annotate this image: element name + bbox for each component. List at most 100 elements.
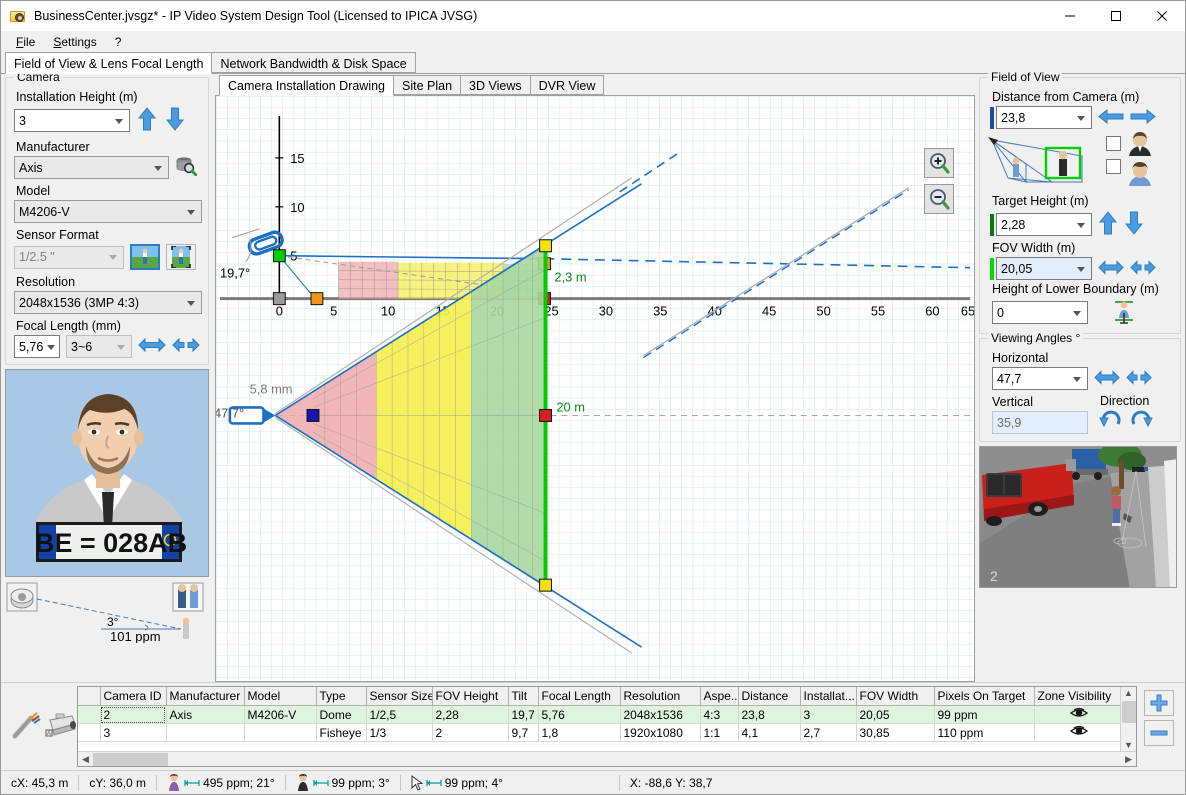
sensor-format-combo[interactable]: 1/2.5 " <box>14 245 124 269</box>
scroll-up-arrow-icon[interactable]: ▲ <box>1124 688 1133 698</box>
col-manufacturer[interactable]: Manufacturer <box>166 687 245 706</box>
col-focal-length[interactable]: Focal Length <box>538 687 621 706</box>
distance-from-camera-label: Distance from Camera (m) <box>992 90 1140 104</box>
col-tilt[interactable]: Tilt <box>508 687 539 706</box>
vertical-scroll-thumb[interactable] <box>1121 701 1136 723</box>
col-fov-height[interactable]: FOV Height <box>432 687 509 706</box>
fov-width-narrow-icon[interactable] <box>1130 259 1156 278</box>
table-vertical-scrollbar[interactable]: ▲ ▼ <box>1120 687 1136 751</box>
camera-origin-marker <box>272 249 286 263</box>
male-target-checkbox[interactable] <box>1106 136 1121 151</box>
close-button[interactable] <box>1139 1 1185 31</box>
fov-width-widen-icon[interactable] <box>1098 259 1124 278</box>
horizontal-angle-combo[interactable]: 47,7 <box>992 367 1088 390</box>
zoom-out-button[interactable] <box>924 184 954 214</box>
main-body: Camera Installation Height (m) 3 Manufac… <box>1 70 1185 682</box>
cell-zone-visibility[interactable] <box>1034 723 1120 742</box>
col-pixels-on-target[interactable]: Pixels On Target <box>934 687 1035 706</box>
table-horizontal-scrollbar[interactable]: ◀ ▶ <box>78 751 1136 766</box>
distance-increase-icon[interactable] <box>1130 108 1156 127</box>
row-selector[interactable] <box>78 723 101 742</box>
scroll-right-arrow-icon[interactable]: ▶ <box>1125 754 1135 764</box>
horizontal-angle-narrow-icon[interactable] <box>1126 369 1152 388</box>
widen-fov-icon[interactable] <box>138 337 166 356</box>
chevron-down-icon <box>154 165 162 171</box>
col-installation[interactable]: Installat... <box>800 687 857 706</box>
svg-text:5: 5 <box>330 304 337 319</box>
female-avatar-icon[interactable] <box>1127 162 1153 189</box>
database-search-icon[interactable] <box>175 156 198 179</box>
menu-help[interactable]: ? <box>106 32 131 52</box>
camera-tool-icon[interactable]: A <box>44 710 78 743</box>
col-model[interactable]: Model <box>244 687 317 706</box>
male-avatar-icon[interactable] <box>1127 132 1153 159</box>
col-resolution[interactable]: Resolution <box>620 687 701 706</box>
lower-boundary-combo[interactable]: 0 <box>992 301 1088 324</box>
portrait-orientation-button[interactable] <box>166 244 196 270</box>
rotate-left-icon[interactable] <box>1098 408 1124 435</box>
tab-field-of-view[interactable]: Field of View & Lens Focal Length <box>5 52 213 74</box>
manufacturer-combo[interactable]: Axis <box>14 156 169 179</box>
horizontal-angle-widen-icon[interactable] <box>1094 369 1120 388</box>
tab-camera-installation-drawing[interactable]: Camera Installation Drawing <box>219 75 395 96</box>
cable-tool-icon[interactable] <box>11 710 41 743</box>
female-target-checkbox[interactable] <box>1106 159 1121 174</box>
height-down-arrow-icon[interactable] <box>164 106 186 135</box>
model-combo[interactable]: M4206-V <box>14 200 202 223</box>
installation-drawing-canvas[interactable]: 15 10 5 0510 152025 303540 455055 60 65 <box>215 96 975 682</box>
landscape-orientation-button[interactable] <box>130 244 160 270</box>
sensor-format-value: 1/2.5 " <box>19 250 55 264</box>
fov-width-label: FOV Width (m) <box>992 241 1076 255</box>
col-type[interactable]: Type <box>316 687 367 706</box>
cell-fov-width: 30,85 <box>856 723 935 742</box>
manufacturer-label: Manufacturer <box>16 140 90 154</box>
add-camera-button[interactable] <box>1144 690 1174 716</box>
tab-3d-views[interactable]: 3D Views <box>460 75 531 95</box>
menu-settings[interactable]: Settings <box>44 32 105 52</box>
status-cx: cX: 45,3 m <box>1 774 78 792</box>
distance-decrease-icon[interactable] <box>1098 108 1124 127</box>
target-height-down-icon[interactable] <box>1124 210 1144 239</box>
cursor-icon <box>411 774 423 791</box>
focal-length-combo[interactable]: 5,76 <box>14 335 60 358</box>
col-camera-id[interactable]: Camera ID <box>100 687 167 706</box>
fov-width-color-swatch <box>990 257 994 280</box>
chevron-down-icon <box>109 255 117 260</box>
scroll-down-arrow-icon[interactable]: ▼ <box>1124 740 1133 750</box>
rotate-right-icon[interactable] <box>1128 408 1154 435</box>
focal-range-combo[interactable]: 3~6 <box>66 335 132 358</box>
narrow-fov-icon[interactable] <box>172 337 200 356</box>
resolution-combo[interactable]: 2048x1536 (3MP 4:3) <box>14 291 202 314</box>
cell-distance: 4,1 <box>738 723 801 742</box>
3d-preview-image[interactable]: 2 <box>979 446 1177 588</box>
remove-camera-button[interactable] <box>1144 720 1174 746</box>
col-aspect[interactable]: Aspe... <box>700 687 739 706</box>
distance-from-camera-combo[interactable]: 23,8 <box>996 106 1092 129</box>
maximize-button[interactable] <box>1093 1 1139 31</box>
table-row[interactable]: 2 Axis M4206-V Dome 1/2,5 2,28 19,7 5,76… <box>78 705 1120 724</box>
row-selector[interactable] <box>78 705 101 724</box>
minimize-button[interactable] <box>1047 1 1093 31</box>
tab-site-plan[interactable]: Site Plan <box>393 75 462 95</box>
installation-height-combo[interactable]: 3 <box>14 109 130 132</box>
height-up-arrow-icon[interactable] <box>136 106 158 135</box>
tab-dvr-view[interactable]: DVR View <box>529 75 605 95</box>
menu-file-label: File <box>16 35 36 49</box>
menu-file[interactable]: File <box>7 32 44 52</box>
cell-camera-id: 3 <box>100 723 167 742</box>
cell-zone-visibility[interactable] <box>1034 705 1120 724</box>
tab-network-bandwidth[interactable]: Network Bandwidth & Disk Space <box>211 52 416 73</box>
table-row[interactable]: 3 Fisheye 1/3 2 9,7 1,8 1920x1080 1:1 4,… <box>78 723 1120 742</box>
scroll-left-arrow-icon[interactable]: ◀ <box>79 754 89 764</box>
horizontal-scroll-thumb[interactable] <box>93 753 168 766</box>
target-height-value: 2,28 <box>1001 217 1026 232</box>
col-sensor-size[interactable]: Sensor Size <box>366 687 433 706</box>
fov-width-combo[interactable]: 20,05 <box>996 257 1092 280</box>
target-height-up-icon[interactable] <box>1098 210 1118 239</box>
zoom-in-button[interactable] <box>924 148 954 178</box>
lower-boundary-person-icon[interactable] <box>1112 298 1136 327</box>
target-height-combo[interactable]: 2,28 <box>996 213 1092 236</box>
col-zone-visibility[interactable]: Zone Visibility <box>1034 687 1120 706</box>
col-fov-width[interactable]: FOV Width <box>856 687 935 706</box>
col-distance[interactable]: Distance <box>738 687 801 706</box>
